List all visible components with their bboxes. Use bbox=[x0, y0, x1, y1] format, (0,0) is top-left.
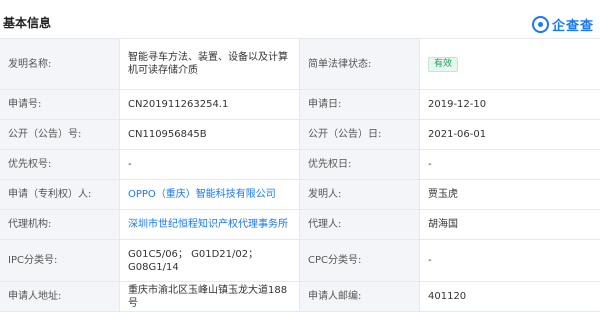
basic-info-table: 发明名称: 智能寻车方法、装置、设备以及计算机可读存储介质 简单法律状态: 有效… bbox=[0, 38, 600, 312]
table-row: 公开（公告）号: CN110956845B 公开（公告）日: 2021-06-0… bbox=[0, 120, 600, 150]
value-legal-status-cell: 有效 bbox=[420, 39, 600, 89]
table-row: 发明名称: 智能寻车方法、装置、设备以及计算机可读存储介质 简单法律状态: 有效 bbox=[0, 39, 600, 90]
value-inventor: 贾玉虎 bbox=[420, 180, 600, 209]
section-header: 基本信息 企查查 bbox=[0, 0, 600, 38]
value-application-number: CN201911263254.1 bbox=[120, 90, 300, 119]
label-cpc: CPC分类号: bbox=[300, 240, 420, 281]
table-row: IPC分类号: G01C5/06； G01D21/02； G08G1/14 CP… bbox=[0, 240, 600, 282]
value-publication-number: CN110956845B bbox=[120, 120, 300, 149]
table-row: 申请人地址: 重庆市渝北区玉峰山镇玉龙大道188号 申请人邮编: 401120 bbox=[0, 282, 600, 312]
label-applicant: 申请（专利权）人: bbox=[0, 180, 120, 209]
label-ipc: IPC分类号: bbox=[0, 240, 120, 281]
label-application-date: 申请日: bbox=[300, 90, 420, 119]
label-application-number: 申请号: bbox=[0, 90, 120, 119]
label-publication-date: 公开（公告）日: bbox=[300, 120, 420, 149]
value-ipc: G01C5/06； G01D21/02； G08G1/14 bbox=[120, 240, 300, 281]
value-priority-number: - bbox=[120, 150, 300, 179]
qcc-logo[interactable]: 企查查 bbox=[531, 15, 594, 34]
section-title: 基本信息 bbox=[3, 16, 52, 30]
label-agent: 代理人: bbox=[300, 210, 420, 239]
label-legal-status: 简单法律状态: bbox=[300, 39, 420, 89]
value-agent: 胡海国 bbox=[420, 210, 600, 239]
table-row: 申请（专利权）人: OPPO（重庆）智能科技有限公司 发明人: 贾玉虎 bbox=[0, 180, 600, 210]
label-publication-number: 公开（公告）号: bbox=[0, 120, 120, 149]
value-cpc: - bbox=[420, 240, 600, 281]
table-row: 代理机构: 深圳市世纪恒程知识产权代理事务所 代理人: 胡海国 bbox=[0, 210, 600, 240]
agency-link[interactable]: 深圳市世纪恒程知识产权代理事务所 bbox=[120, 210, 300, 239]
value-applicant-address: 重庆市渝北区玉峰山镇玉龙大道188号 bbox=[120, 282, 300, 311]
label-applicant-address: 申请人地址: bbox=[0, 282, 120, 311]
label-applicant-postcode: 申请人邮编: bbox=[300, 282, 420, 311]
value-publication-date: 2021-06-01 bbox=[420, 120, 600, 149]
value-applicant-postcode: 401120 bbox=[420, 282, 600, 311]
label-invention-name: 发明名称: bbox=[0, 39, 120, 89]
value-priority-date: - bbox=[420, 150, 600, 179]
table-row: 优先权号: - 优先权日: - bbox=[0, 150, 600, 180]
label-agency: 代理机构: bbox=[0, 210, 120, 239]
label-priority-number: 优先权号: bbox=[0, 150, 120, 179]
applicant-link[interactable]: OPPO（重庆）智能科技有限公司 bbox=[120, 180, 300, 209]
value-application-date: 2019-12-10 bbox=[420, 90, 600, 119]
value-invention-name: 智能寻车方法、装置、设备以及计算机可读存储介质 bbox=[120, 39, 300, 89]
label-inventor: 发明人: bbox=[300, 180, 420, 209]
qcc-logo-text: 企查查 bbox=[551, 18, 594, 34]
status-badge: 有效 bbox=[428, 56, 459, 72]
table-row: 申请号: CN201911263254.1 申请日: 2019-12-10 bbox=[0, 90, 600, 120]
label-priority-date: 优先权日: bbox=[300, 150, 420, 179]
qcc-logo-icon bbox=[531, 15, 549, 33]
